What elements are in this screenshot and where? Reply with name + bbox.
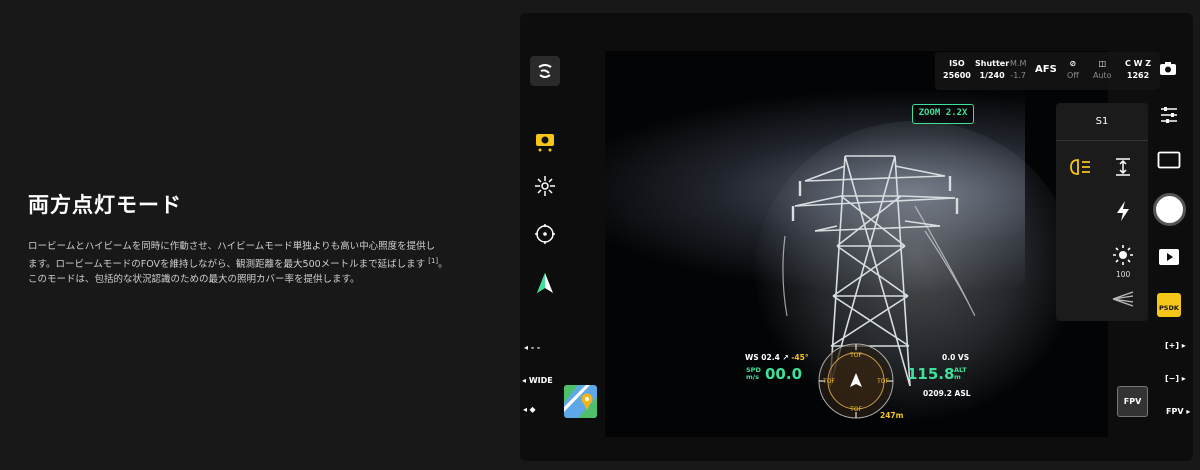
map-toggle-icon[interactable]: ◂ ⬥ <box>523 405 535 415</box>
app-logo-icon[interactable] <box>530 56 560 86</box>
brightness-icon[interactable] <box>1109 241 1137 269</box>
dual-beam-icon[interactable] <box>1066 153 1094 181</box>
altitude-label: ALT m <box>954 366 967 381</box>
shutter-button[interactable] <box>1153 193 1186 226</box>
wind-speed: WS 02.4 ↗ -45° <box>745 353 809 362</box>
storage-info: C W Z 1262 <box>1125 59 1152 80</box>
zoom-in-button[interactable]: [+] ▸ <box>1165 341 1186 350</box>
playback-icon[interactable] <box>1154 243 1184 271</box>
settings-sliders-icon[interactable] <box>1154 101 1184 129</box>
speed-value: 00.0 <box>765 365 803 383</box>
camera-feed[interactable]: ZOOM 2.2X WS 02.4 ↗ -45° SPD m/s 00.0 TOF… <box>605 51 1108 437</box>
altitude-value: 115.8 <box>907 365 955 383</box>
description-line-2-tail: 。 <box>438 259 448 271</box>
wide-lens-toggle[interactable]: ◂ WIDE <box>522 376 553 385</box>
zoom-indicator: ZOOM 2.2X <box>912 104 974 124</box>
focus-mode[interactable]: AFS <box>1035 64 1057 75</box>
iso-setting[interactable]: ISO 25600 <box>943 58 971 82</box>
fpv-view-thumb[interactable]: FPV <box>1117 386 1148 417</box>
footnote-ref[interactable]: [1] <box>428 257 438 265</box>
spotlight-icon[interactable] <box>530 171 560 201</box>
description-line-2-text: ます。ロービームモードのFOVを維持しながら、観測距離を最大500メートルまで延… <box>28 259 426 271</box>
psdk-button[interactable]: PSDK <box>1157 293 1181 317</box>
mute-icon: ⊘ <box>1069 59 1077 68</box>
strobe-icon[interactable] <box>1109 197 1137 225</box>
zoom-out-button[interactable]: [−] ▸ <box>1165 374 1186 383</box>
mini-map[interactable] <box>564 385 597 418</box>
shutter-setting[interactable]: Shutter 1/240 <box>975 58 1009 82</box>
section-heading: 両方点灯モード <box>28 193 182 217</box>
beam-focus-icon[interactable] <box>1109 285 1137 313</box>
white-balance-setting[interactable]: ◫ Auto <box>1093 58 1112 82</box>
mute-setting[interactable]: ⊘ Off <box>1067 58 1079 82</box>
vertical-speed: 0.0 VS <box>942 353 970 362</box>
wb-icon: ◫ <box>1098 59 1107 68</box>
mode-title[interactable]: S1 <box>1056 103 1148 141</box>
tof-label-n: TOF <box>849 352 862 359</box>
description-line-1: ロービームとハイビームを同時に作動させ、ハイビームモード単独よりも高い中心照度を… <box>28 241 436 252</box>
payload-camera-icon[interactable] <box>530 127 560 157</box>
metering-setting[interactable]: M.M -1.7 <box>1010 58 1026 82</box>
speed-label: SPD m/s <box>746 366 761 381</box>
fpv-toggle[interactable]: FPV ▸ <box>1166 407 1190 416</box>
description-line-3: このモードは、包括的な状況認識のための最大の照明カバー率を提供します。 <box>28 274 360 286</box>
brightness-value: 100 <box>1116 270 1131 279</box>
asl-altitude: 0209.2 ASL <box>923 389 971 398</box>
side-toggle-dash[interactable]: ◂ - - <box>524 343 540 352</box>
description-line-2: ます。ロービームモードのFOVを維持しながら、観測距離を最大500メートルまで延… <box>28 254 468 272</box>
tof-label-s: TOF <box>849 406 862 413</box>
display-mode-icon[interactable] <box>1154 146 1184 174</box>
compass-rose: TOF TOF TOF TOF <box>818 343 894 419</box>
target-lock-icon[interactable] <box>530 219 560 249</box>
app-screenshot: ZOOM 2.2X WS 02.4 ↗ -45° SPD m/s 00.0 TOF… <box>520 13 1193 461</box>
distance-value: 247m <box>880 411 904 420</box>
camera-settings-bar[interactable]: ISO 25600 Shutter 1/240 M.M -1.7 AFS ⊘ Off ◫… <box>935 52 1160 90</box>
camera-switch-icon[interactable] <box>1158 60 1178 78</box>
navigation-arrow-icon[interactable] <box>530 269 560 299</box>
section-description: ロービームとハイビームを同時に作動させ、ハイビームモード単独よりも高い中心照度を… <box>28 239 468 287</box>
beam-height-icon[interactable] <box>1109 153 1137 181</box>
light-control-panel: S1 100 <box>1056 103 1148 321</box>
